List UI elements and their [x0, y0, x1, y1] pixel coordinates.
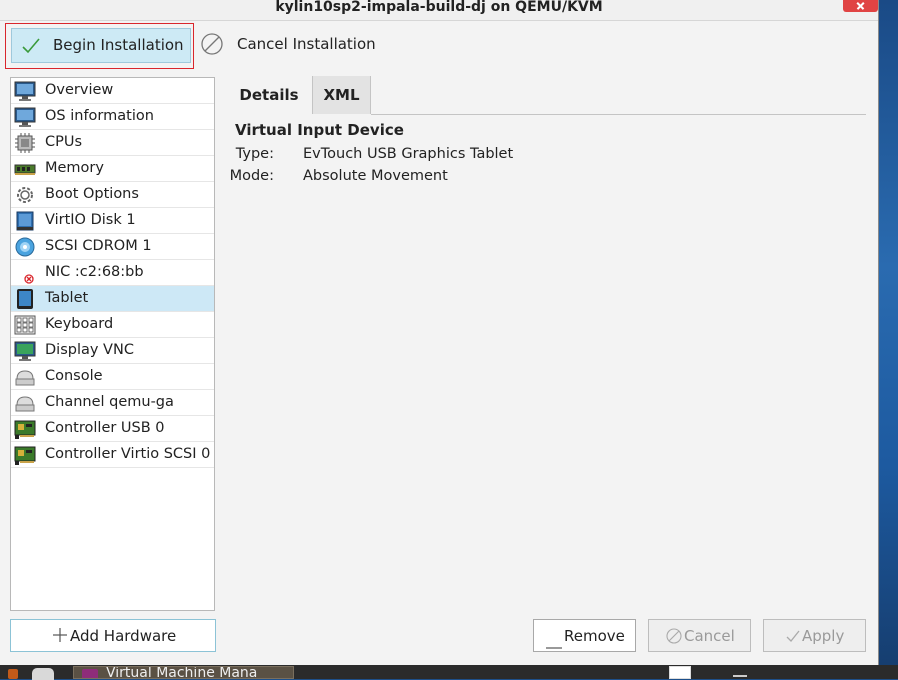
remove-label: Remove [564, 627, 625, 645]
sidebar-item-channel-qemu-ga[interactable]: Channel qemu-ga [11, 390, 214, 416]
type-value: EvTouch USB Graphics Tablet [303, 146, 514, 162]
desktop-background [878, 0, 898, 665]
display-icon [14, 340, 36, 362]
minus-icon [546, 635, 562, 653]
cancel-button[interactable]: Cancel [648, 619, 751, 652]
sidebar-item-label: Boot Options [45, 186, 139, 202]
cancel-icon [666, 628, 682, 648]
cancel-icon [200, 32, 224, 60]
taskbar-item-label: Virtual Machine Mana [106, 666, 258, 679]
taskbar-item-virt-manager[interactable]: Virtual Machine Mana [73, 666, 294, 679]
virt-manager-icon [82, 669, 98, 678]
network-error-icon [14, 262, 36, 284]
begin-installation-button[interactable]: Begin Installation [11, 28, 191, 63]
cancel-label: Cancel [684, 627, 735, 645]
sidebar-item-os-information[interactable]: OS information [11, 104, 214, 130]
sidebar-item-label: Controller Virtio SCSI 0 [45, 446, 211, 462]
sidebar-item-memory[interactable]: Memory [11, 156, 214, 182]
begin-highlight-frame: Begin Installation [5, 23, 194, 69]
sidebar-item-label: Keyboard [45, 316, 114, 332]
sidebar-item-label: Controller USB 0 [45, 420, 165, 436]
apply-label: Apply [802, 627, 845, 645]
mode-label: Mode: [229, 168, 274, 184]
section-title: Virtual Input Device [235, 121, 404, 139]
tray-indicator-icon [733, 675, 747, 677]
app-launcher-icon[interactable] [8, 669, 18, 679]
sidebar-item-label: Channel qemu-ga [45, 394, 174, 410]
sidebar-item-label: NIC :c2:68:bb [45, 264, 144, 280]
close-button[interactable] [843, 0, 878, 12]
sidebar-item-nic[interactable]: NIC :c2:68:bb [11, 260, 214, 286]
checkmark-icon [21, 36, 41, 60]
cancel-installation-label: Cancel Installation [237, 35, 376, 53]
sidebar-item-label: Console [45, 368, 103, 384]
memory-icon [14, 158, 36, 180]
cpu-icon [14, 132, 36, 154]
sidebar-item-label: Overview [45, 82, 114, 98]
add-hardware-label: Add Hardware [70, 627, 177, 645]
sidebar-item-boot-options[interactable]: Boot Options [11, 182, 214, 208]
tablet-icon [14, 288, 36, 310]
tab-details[interactable]: Details [226, 76, 312, 114]
workspace-switcher-icon[interactable] [669, 666, 691, 679]
plus-icon [53, 628, 67, 646]
sidebar-item-display-vnc[interactable]: Display VNC [11, 338, 214, 364]
remove-button[interactable]: Remove [533, 619, 636, 652]
sidebar-item-label: Display VNC [45, 342, 134, 358]
sidebar-item-tablet[interactable]: Tablet [11, 286, 214, 312]
controller-icon [14, 418, 36, 440]
sidebar-item-label: Memory [45, 160, 104, 176]
sidebar-item-label: SCSI CDROM 1 [45, 238, 152, 254]
add-hardware-button[interactable]: Add Hardware [10, 619, 216, 652]
sidebar-item-controller-usb[interactable]: Controller USB 0 [11, 416, 214, 442]
cancel-installation-button[interactable]: Cancel Installation [200, 32, 380, 56]
begin-installation-label: Begin Installation [53, 36, 184, 54]
sidebar-item-overview[interactable]: Overview [11, 78, 214, 104]
sidebar-item-label: Tablet [45, 290, 89, 306]
detail-tabs: Details XML [226, 76, 866, 116]
hardware-list: Overview OS information CPUs Memory Boot… [10, 77, 215, 611]
controller-icon [14, 444, 36, 466]
sidebar-item-controller-virtio-scsi[interactable]: Controller Virtio SCSI 0 [11, 442, 214, 468]
mode-value: Absolute Movement [303, 168, 448, 184]
apply-button[interactable]: Apply [763, 619, 866, 652]
serial-icon [14, 392, 36, 414]
cdrom-icon [14, 236, 36, 258]
monitor-icon [14, 80, 36, 102]
window-title: kylin10sp2-impala-build-dj on QEMU/KVM [275, 0, 603, 15]
vm-window: kylin10sp2-impala-build-dj on QEMU/KVM B… [0, 0, 879, 665]
tab-xml[interactable]: XML [312, 76, 371, 114]
tab-divider [371, 114, 866, 115]
keyboard-icon [14, 314, 36, 336]
gear-icon [14, 184, 36, 206]
sidebar-item-scsi-cdrom[interactable]: SCSI CDROM 1 [11, 234, 214, 260]
checkmark-icon [786, 629, 800, 647]
taskbar: Virtual Machine Mana [0, 665, 898, 680]
sidebar-item-label: VirtIO Disk 1 [45, 212, 136, 228]
sidebar-item-cpus[interactable]: CPUs [11, 130, 214, 156]
sidebar-item-label: OS information [45, 108, 154, 124]
sidebar-item-virtio-disk[interactable]: VirtIO Disk 1 [11, 208, 214, 234]
serial-icon [14, 366, 36, 388]
disk-icon [14, 210, 36, 232]
monitor-icon [14, 106, 36, 128]
tray-icon[interactable] [32, 668, 54, 680]
sidebar-item-console[interactable]: Console [11, 364, 214, 390]
title-bar[interactable]: kylin10sp2-impala-build-dj on QEMU/KVM [0, 0, 878, 21]
sidebar-item-label: CPUs [45, 134, 83, 150]
sidebar-item-keyboard[interactable]: Keyboard [11, 312, 214, 338]
type-label: Type: [235, 146, 274, 162]
